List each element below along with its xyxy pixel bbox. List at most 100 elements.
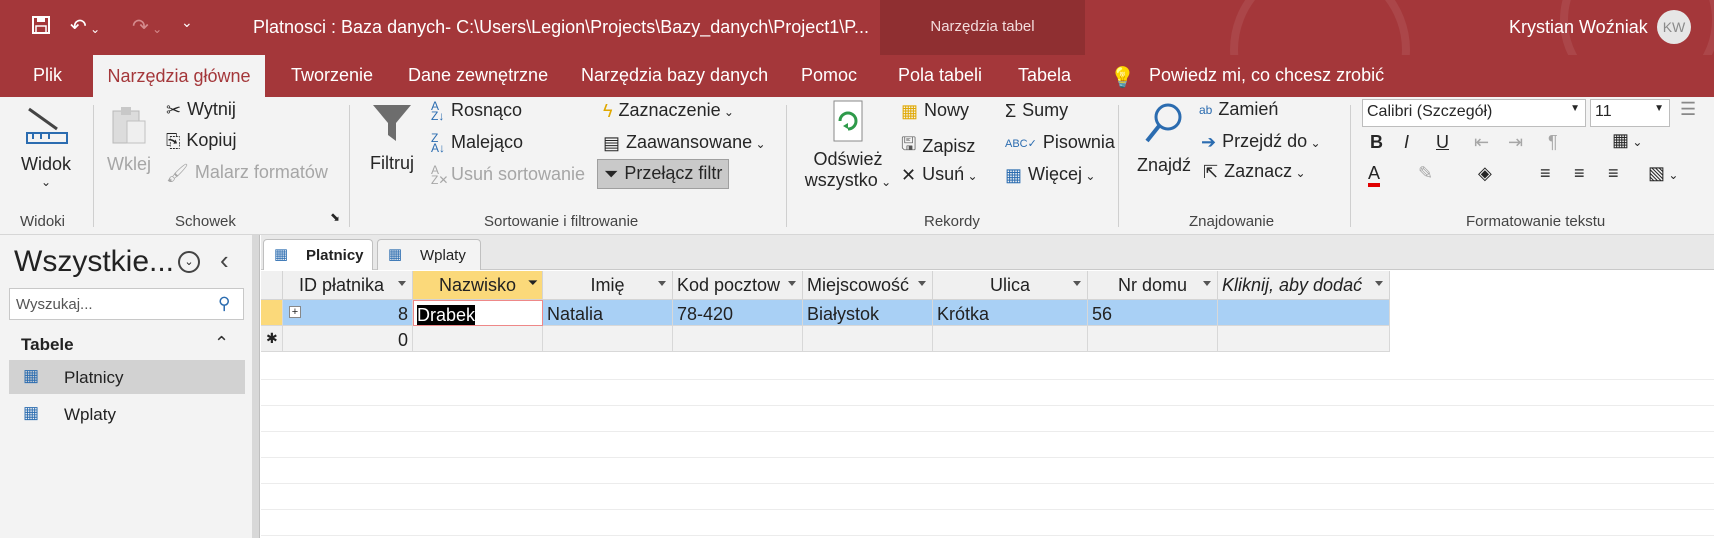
table-cell-new[interactable] (803, 326, 933, 352)
select-all-corner[interactable] (261, 271, 283, 300)
tab-tabela[interactable]: Tabela (1018, 65, 1071, 86)
tab-pomoc[interactable]: Pomoc (801, 65, 857, 86)
table-cell-new[interactable] (1088, 326, 1218, 352)
customize-qat-icon[interactable]: ⌄ (181, 14, 193, 31)
column-header[interactable]: Nr domu (1088, 271, 1218, 300)
new-record-icon[interactable]: ✱ (261, 326, 283, 352)
indent-increase-icon[interactable]: ⇥ (1508, 132, 1523, 153)
fill-color-icon[interactable]: ◈ (1478, 163, 1492, 184)
font-color-icon[interactable]: A (1368, 163, 1381, 187)
align-center-icon[interactable]: ≡ (1574, 163, 1585, 184)
selection-filter-button[interactable]: ϟ Zaznaczenie ⌄ (603, 100, 734, 122)
dropdown-arrow-icon[interactable] (398, 281, 406, 286)
view-button[interactable]: Widok ⌄ (18, 103, 74, 189)
column-header[interactable]: Miejscowość (803, 271, 933, 300)
table-cell-new[interactable] (543, 326, 673, 352)
align-right-icon[interactable]: ≡ (1608, 163, 1619, 184)
copy-button[interactable]: ⎘ Kopiuj (166, 130, 236, 152)
list-icon[interactable]: ☰ (1680, 99, 1696, 120)
italic-button[interactable]: I (1404, 132, 1409, 153)
avatar[interactable]: KW (1657, 10, 1691, 44)
collapse-pane-icon[interactable]: ‹ (220, 245, 229, 276)
format-painter-button[interactable]: 🖌 Malarz formatów (166, 162, 328, 184)
gridlines-icon[interactable]: ▦ ⌄ (1612, 130, 1642, 151)
select-button[interactable]: ⇱ Zaznacz ⌄ (1203, 161, 1306, 183)
tab-dane-zewnetrzne[interactable]: Dane zewnętrzne (408, 65, 548, 86)
column-header[interactable]: Imię (543, 271, 673, 300)
bold-button[interactable]: B (1370, 132, 1383, 153)
nav-item-wplaty[interactable]: ▦ Wplaty (9, 397, 245, 431)
dropdown-arrow-icon[interactable] (918, 281, 926, 286)
highlight-icon[interactable]: ✎ (1418, 163, 1433, 184)
tab-narzedzia-bazy-danych[interactable]: Narzędzia bazy danych (581, 65, 768, 86)
totals-button[interactable]: Σ Sumy (1005, 100, 1068, 122)
pane-splitter[interactable] (252, 235, 260, 538)
dropdown-arrow-icon[interactable] (1073, 281, 1081, 286)
tab-narzedzia-glowne[interactable]: Narzędzia główne (93, 55, 265, 97)
font-name-select[interactable]: Calibri (Szczegół) ▼ (1362, 99, 1586, 127)
search-icon[interactable]: ⚲ (218, 294, 230, 314)
table-cell-imie[interactable]: Natalia (543, 300, 673, 326)
table-cell-nr-domu[interactable]: 56 (1088, 300, 1218, 326)
nav-item-platnicy[interactable]: ▦ Platnicy (9, 360, 245, 394)
table-cell-new[interactable] (673, 326, 803, 352)
column-header[interactable]: Kod pocztow (673, 271, 803, 300)
save-record-button[interactable]: 🖫 Zapisz (901, 132, 975, 162)
doc-tab-wplaty[interactable]: ▦ Wplaty (377, 239, 481, 270)
sort-ascending-button[interactable]: A Z↓ Rosnąco (431, 100, 522, 122)
alternate-row-color-icon[interactable]: ▧ ⌄ (1648, 163, 1678, 184)
filter-active-icon[interactable]: ⏷ (528, 275, 538, 291)
user-name[interactable]: Krystian Woźniak (1509, 17, 1648, 38)
indent-decrease-icon[interactable]: ⇤ (1474, 132, 1489, 153)
chevron-down-icon[interactable]: ⌄ (178, 251, 200, 273)
undo-icon[interactable]: ↶ ⌄ (70, 14, 100, 39)
new-record-button[interactable]: ▦ Nowy (901, 100, 969, 122)
dropdown-arrow-icon[interactable] (658, 281, 666, 286)
column-header[interactable]: Ulica (933, 271, 1088, 300)
refresh-all-button[interactable]: Odśwież wszystko ⌄ (800, 99, 896, 191)
nav-pane-title[interactable]: Wszystkie... (14, 245, 174, 279)
spelling-button[interactable]: ABC✓ Pisownia (1005, 132, 1115, 153)
column-header[interactable]: Nazwisko ⏷ (413, 271, 543, 300)
tell-me-input[interactable]: Powiedz mi, co chcesz zrobić (1149, 65, 1384, 86)
tab-plik[interactable]: Plik (33, 65, 62, 86)
doc-tab-platnicy[interactable]: ▦ Platnicy (263, 239, 373, 270)
tab-tworzenie[interactable]: Tworzenie (291, 65, 373, 86)
table-cell-id[interactable]: + 8 (283, 300, 413, 326)
row-selector[interactable] (261, 300, 283, 326)
add-column-header[interactable]: Kliknij, aby dodać (1218, 271, 1390, 300)
dropdown-arrow-icon[interactable] (1375, 281, 1383, 286)
save-icon[interactable] (30, 14, 52, 42)
goto-button[interactable]: ➔ Przejdź do ⌄ (1201, 131, 1321, 153)
align-left-icon[interactable]: ≡ (1540, 163, 1551, 184)
advanced-filter-button[interactable]: ▤ Zaawansowane ⌄ (603, 132, 766, 154)
nav-category-label[interactable]: Tabele (21, 335, 74, 355)
lightbulb-icon[interactable]: 💡 (1110, 65, 1135, 90)
table-cell-miejscowosc[interactable]: Białystok (803, 300, 933, 326)
underline-button[interactable]: U (1436, 132, 1449, 153)
table-cell-kod[interactable]: 78-420 (673, 300, 803, 326)
more-button[interactable]: ▦ Więcej ⌄ (1005, 164, 1095, 186)
expand-subdatasheet-icon[interactable]: + (289, 306, 301, 318)
remove-sort-button[interactable]: A Z✕ Usuń sortowanie (431, 164, 585, 186)
replace-button[interactable]: ab Zamień (1199, 99, 1278, 120)
filter-button[interactable]: Filtruj (368, 101, 416, 174)
chevron-up-icon[interactable]: ⌃ (214, 333, 229, 354)
paste-button[interactable]: Wklej (107, 103, 151, 175)
table-cell-empty[interactable] (1218, 300, 1390, 326)
toggle-filter-button[interactable]: ⏷ Przełącz filtr (597, 159, 730, 189)
table-cell-nazwisko[interactable]: Drabek (413, 300, 543, 326)
delete-record-button[interactable]: ✕ Usuń ⌄ (901, 164, 978, 186)
tab-pola-tabeli[interactable]: Pola tabeli (898, 65, 982, 86)
cut-button[interactable]: ✂ Wytnij (166, 99, 236, 121)
find-button[interactable]: Znajdź (1134, 101, 1194, 176)
dialog-launcher-icon[interactable]: ⬊ (330, 210, 340, 224)
column-header[interactable]: ID płatnika (283, 271, 413, 300)
table-cell-ulica[interactable]: Krótka (933, 300, 1088, 326)
nav-search-input[interactable]: Wyszukaj... (9, 288, 244, 320)
table-cell-new-id[interactable]: 0 (283, 326, 413, 352)
redo-icon[interactable]: ↷ ⌄ (132, 14, 162, 39)
paragraph-icon[interactable]: ¶ (1548, 132, 1558, 153)
table-cell-new[interactable] (1218, 326, 1390, 352)
sort-descending-button[interactable]: Z A↓ Malejąco (431, 132, 523, 154)
